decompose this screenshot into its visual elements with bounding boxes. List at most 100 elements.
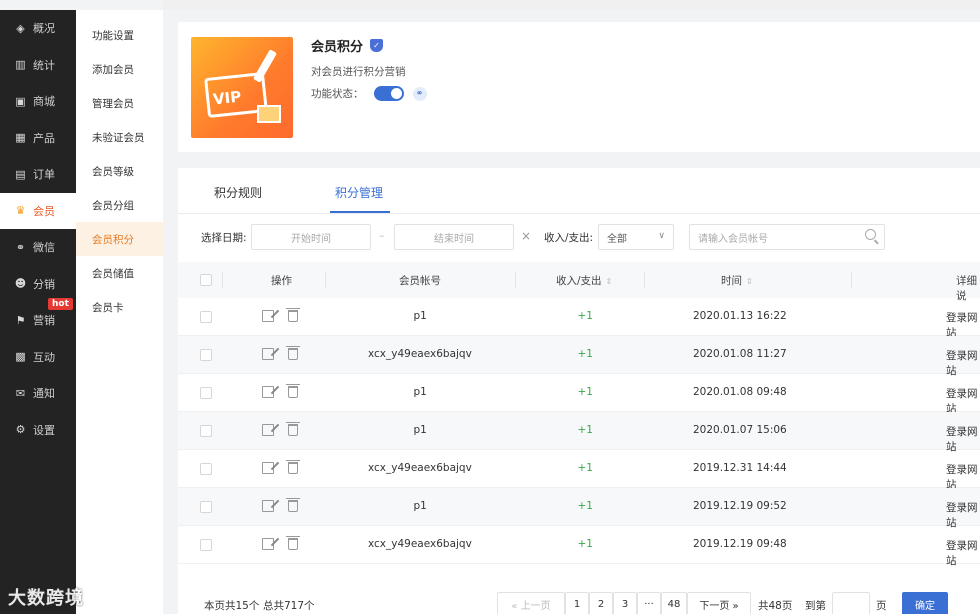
row-checkbox[interactable] bbox=[200, 539, 212, 551]
page-button[interactable]: 48 bbox=[661, 592, 687, 614]
submenu-item-5[interactable]: 会员分组 bbox=[76, 188, 163, 222]
page-button[interactable]: 2 bbox=[589, 592, 613, 614]
prev-page-button[interactable]: « 上一页 bbox=[497, 592, 565, 614]
submenu-item-4[interactable]: 会员等级 bbox=[76, 154, 163, 188]
blocks-icon: ▩ bbox=[15, 350, 26, 364]
sidebar-item-2[interactable]: ▣ 商城 bbox=[0, 83, 76, 120]
sidebar-item-6[interactable]: ⚭ 微信 bbox=[0, 229, 76, 266]
page-button[interactable]: 1 bbox=[565, 592, 589, 614]
row-checkbox[interactable] bbox=[200, 425, 212, 437]
watermark-logo: 大数跨境 bbox=[8, 584, 84, 610]
next-page-button[interactable]: 下一页 » bbox=[687, 592, 751, 614]
sort-icon[interactable]: ⇕ bbox=[746, 277, 753, 286]
cell-time: 2019.12.19 09:48 bbox=[693, 538, 787, 550]
sidebar-item-9[interactable]: ▩ 互动 bbox=[0, 339, 76, 376]
feature-status-toggle[interactable] bbox=[373, 86, 404, 101]
trash-icon[interactable] bbox=[286, 346, 300, 360]
page-unit: 页 bbox=[876, 600, 887, 612]
hot-badge: hot bbox=[48, 298, 73, 310]
submenu-item-6[interactable]: 会员积分 bbox=[76, 222, 163, 256]
clear-date-icon[interactable]: × bbox=[521, 229, 531, 243]
edit-icon[interactable] bbox=[262, 500, 274, 512]
row-checkbox[interactable] bbox=[200, 311, 212, 323]
flag-icon: ⚑ bbox=[15, 313, 26, 327]
submenu-item-0[interactable]: 功能设置 bbox=[76, 18, 163, 52]
pagination: 本页共15个 总共717个 « 上一页 1 2 3 ··· 48 下一页 » 共… bbox=[178, 592, 980, 614]
goto-confirm-button[interactable]: 确定 bbox=[902, 592, 948, 614]
cell-time: 2019.12.19 09:52 bbox=[693, 500, 787, 512]
col-time[interactable]: 时间 ⇕ bbox=[721, 273, 753, 288]
submenu-item-8[interactable]: 会员卡 bbox=[76, 290, 163, 324]
row-checkbox[interactable] bbox=[200, 463, 212, 475]
sidebar-item-8[interactable]: ⚑ 营销 hot bbox=[0, 298, 76, 339]
cell-time: 2020.01.08 11:27 bbox=[693, 348, 787, 360]
account-search-input[interactable]: 请输入会员帐号 bbox=[689, 224, 885, 250]
sidebar-item-11[interactable]: ⚙ 设置 bbox=[0, 412, 76, 449]
submenu-item-7[interactable]: 会员储值 bbox=[76, 256, 163, 290]
date-range-dash: – bbox=[379, 229, 385, 242]
link-icon[interactable]: ⚭ bbox=[412, 86, 427, 101]
edit-icon[interactable] bbox=[262, 386, 274, 398]
sidebar-item-1[interactable]: ▥ 统计 bbox=[0, 47, 76, 84]
edit-icon[interactable] bbox=[262, 538, 274, 550]
goto-label: 到第 bbox=[805, 600, 826, 612]
total-pages: 共48页 bbox=[758, 600, 793, 612]
sidebar-item-label: 互动 bbox=[33, 350, 55, 364]
sidebar-item-4[interactable]: ▤ 订单 bbox=[0, 156, 76, 193]
total-item-count: 总共717个 bbox=[263, 600, 315, 612]
edit-icon[interactable] bbox=[262, 462, 274, 474]
table-row: xcx_y49eaex6bajqv +1 2019.12.31 14:44 登录网站 bbox=[178, 450, 980, 491]
goto-page-input[interactable] bbox=[832, 592, 870, 614]
edit-icon[interactable] bbox=[262, 310, 274, 322]
tab-points-rules[interactable]: 积分规则 bbox=[214, 184, 262, 201]
row-checkbox[interactable] bbox=[200, 349, 212, 361]
chevron-down-icon: ∨ bbox=[658, 231, 665, 241]
col-account: 会员帐号 bbox=[399, 275, 441, 287]
submenu-item-1[interactable]: 添加会员 bbox=[76, 52, 163, 86]
sidebar-item-5[interactable]: ♛ 会员 bbox=[0, 192, 76, 229]
chart-icon: ▥ bbox=[15, 58, 26, 72]
edit-icon[interactable] bbox=[262, 348, 274, 360]
edit-icon[interactable] bbox=[262, 424, 274, 436]
trash-icon[interactable] bbox=[286, 536, 300, 550]
start-date-input[interactable]: 开始时间 bbox=[251, 224, 371, 250]
sort-icon[interactable]: ⇕ bbox=[606, 277, 613, 286]
search-icon[interactable] bbox=[865, 229, 876, 240]
row-checkbox[interactable] bbox=[200, 387, 212, 399]
type-filter-label: 收入/支出: bbox=[544, 232, 594, 244]
col-amount[interactable]: 收入/支出 ⇕ bbox=[556, 273, 612, 288]
feature-header-card: VIP 会员积分 ✓ 对会员进行积分营销 功能状态： ⚭ bbox=[178, 22, 980, 152]
end-date-input[interactable]: 结束时间 bbox=[394, 224, 514, 250]
cell-amount: +1 bbox=[577, 538, 593, 550]
trash-icon[interactable] bbox=[286, 422, 300, 436]
sidebar-item-0[interactable]: ◈ 概况 bbox=[0, 10, 76, 47]
tab-points-management[interactable]: 积分管理 bbox=[335, 184, 383, 201]
title-row: 会员积分 ✓ bbox=[311, 36, 384, 55]
sidebar-item-3[interactable]: ▦ 产品 bbox=[0, 120, 76, 157]
sidebar-item-label: 商城 bbox=[33, 95, 55, 109]
points-management-card: 积分规则 积分管理 选择日期: 开始时间 – 结束时间 × 收入/支出: 全部 … bbox=[178, 168, 980, 614]
sidebar-item-label: 设置 bbox=[33, 423, 55, 437]
type-select[interactable]: 全部 ∨ bbox=[598, 224, 674, 250]
column-separator bbox=[325, 272, 326, 288]
row-checkbox[interactable] bbox=[200, 501, 212, 513]
submenu-item-2[interactable]: 管理会员 bbox=[76, 86, 163, 120]
trash-icon[interactable] bbox=[286, 384, 300, 398]
page-button[interactable]: 3 bbox=[613, 592, 637, 614]
page-item-count: 本页共15个 bbox=[204, 600, 260, 612]
trash-icon[interactable] bbox=[286, 308, 300, 322]
submenu-item-3[interactable]: 未验证会员 bbox=[76, 120, 163, 154]
sidebar-item-10[interactable]: ✉ 通知 bbox=[0, 375, 76, 412]
table-row: p1 +1 2020.01.08 09:48 登录网站 bbox=[178, 374, 980, 415]
trash-icon[interactable] bbox=[286, 460, 300, 474]
cell-amount: +1 bbox=[577, 424, 593, 436]
select-all-checkbox[interactable] bbox=[200, 274, 212, 286]
active-tab-indicator bbox=[330, 211, 390, 213]
cell-account: p1 bbox=[413, 424, 427, 436]
shield-icon: ✓ bbox=[370, 39, 384, 52]
column-separator bbox=[515, 272, 516, 288]
trash-icon[interactable] bbox=[286, 498, 300, 512]
cell-detail: 登录网站 bbox=[946, 540, 978, 567]
page-ellipsis[interactable]: ··· bbox=[637, 592, 661, 614]
sidebar-item-7[interactable]: ☻ 分销 bbox=[0, 266, 76, 303]
